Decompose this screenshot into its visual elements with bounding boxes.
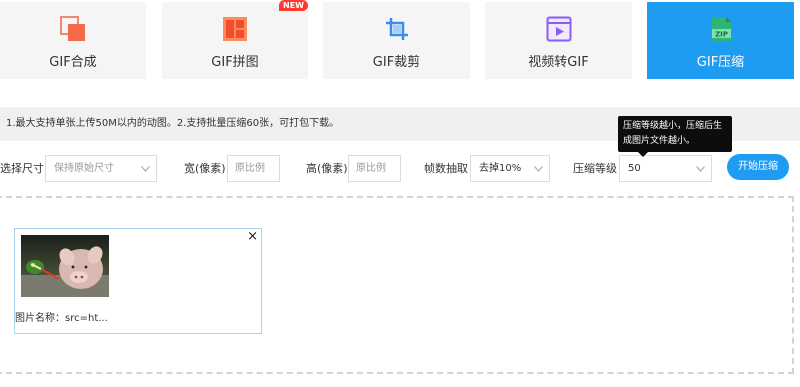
file-name: 图片名称：src=ht... (15, 313, 108, 324)
height-input[interactable] (348, 155, 401, 182)
tool-tabs: GIF合成 NEW GIF拼图 GIF裁剪 视频转GIF ZIP GIF压缩 (0, 0, 800, 82)
level-select[interactable]: 50 (619, 155, 712, 182)
tab-gif-compress[interactable]: ZIP GIF压缩 (647, 2, 794, 79)
level-select-value: 50 (628, 163, 641, 174)
svg-text:ZIP: ZIP (715, 31, 728, 39)
file-card: × 图片名称：src=ht... (14, 228, 262, 334)
close-icon[interactable]: × (247, 230, 258, 244)
tab-label: GIF合成 (49, 55, 97, 70)
frame-label: 帧数抽取 (424, 162, 468, 175)
tab-video-to-gif[interactable]: 视频转GIF (485, 2, 632, 79)
video-icon (546, 16, 572, 42)
size-select[interactable]: 保持原始尺寸 (45, 155, 157, 182)
tab-gif-collage[interactable]: NEW GIF拼图 (162, 0, 308, 79)
height-label: 高(像素) (306, 162, 348, 175)
new-badge: NEW (279, 0, 308, 11)
width-input[interactable] (227, 155, 280, 182)
gif-thumbnail (21, 235, 109, 297)
tab-gif-merge[interactable]: GIF合成 (0, 2, 146, 79)
compression-level-tooltip: 压缩等级越小，压缩后生成图片文件越小。 (618, 116, 732, 157)
gif-collage-icon (222, 16, 248, 42)
zip-icon: ZIP (708, 16, 734, 42)
frame-select[interactable]: 去掉10% (470, 155, 550, 182)
tab-label: GIF裁剪 (372, 55, 421, 70)
tab-label: 视频转GIF (528, 55, 589, 70)
size-select-value: 保持原始尺寸 (54, 163, 114, 174)
size-label: 选择尺寸 (0, 162, 44, 175)
width-label: 宽(像素) (184, 162, 226, 175)
gif-merge-icon (60, 16, 86, 42)
tab-label: GIF压缩 (696, 55, 745, 70)
tab-gif-crop[interactable]: GIF裁剪 (323, 2, 470, 79)
chevron-down-icon (696, 166, 705, 172)
level-label: 压缩等级 (573, 162, 617, 175)
tab-label: GIF拼图 (211, 55, 259, 70)
crop-icon (384, 16, 410, 42)
start-compress-button[interactable]: 开始压缩 (727, 154, 789, 180)
frame-select-value: 去掉10% (479, 163, 522, 174)
chevron-down-icon (534, 166, 543, 172)
chevron-down-icon (141, 166, 150, 172)
